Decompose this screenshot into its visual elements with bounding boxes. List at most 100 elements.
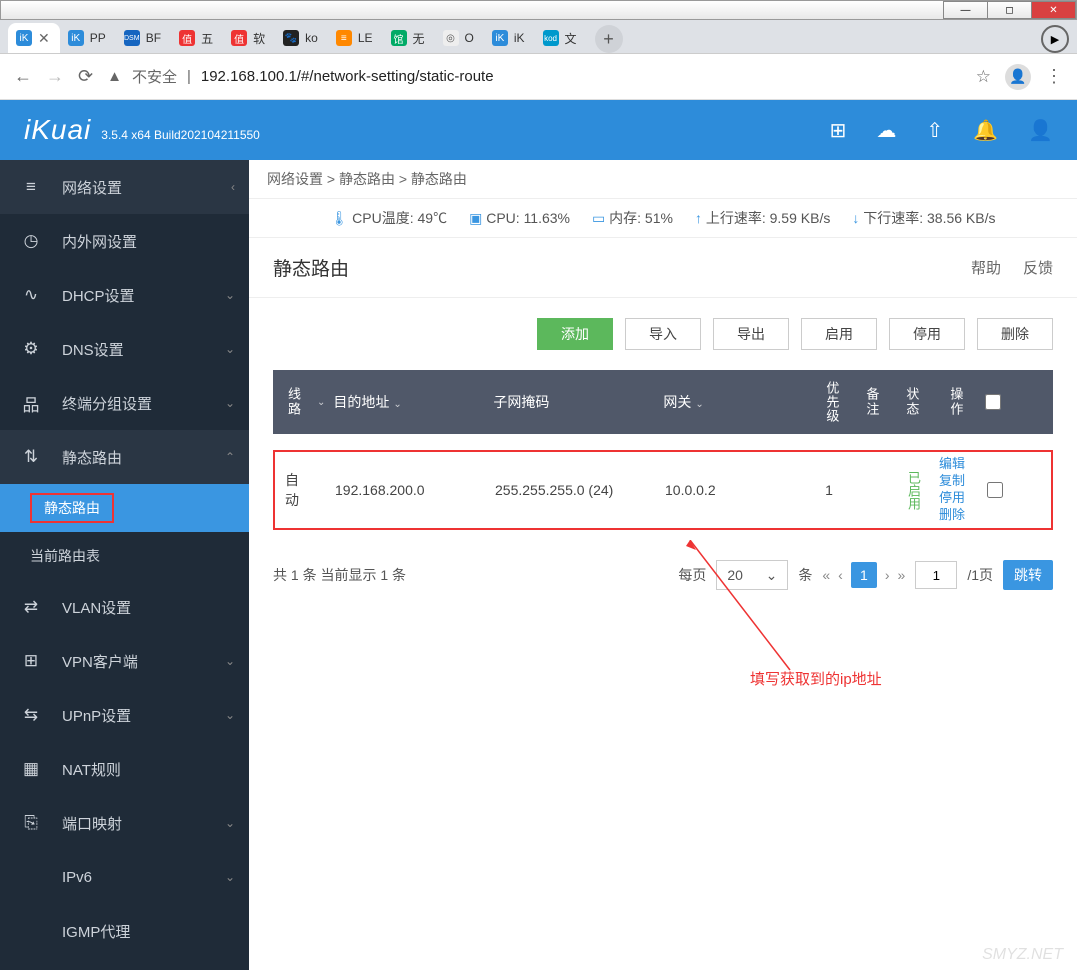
browser-tab[interactable]: 值软: [223, 23, 275, 53]
feedback-link[interactable]: 反馈: [1023, 257, 1053, 278]
reload-button[interactable]: ⟳: [78, 66, 93, 87]
col-destination[interactable]: 目的地址⌄: [325, 392, 485, 412]
bookmark-star-icon[interactable]: ☆: [976, 67, 991, 87]
chevron-down-icon: ⌄: [766, 567, 778, 584]
help-link[interactable]: 帮助: [971, 257, 1001, 278]
last-page-button[interactable]: »: [898, 567, 906, 583]
window-maximize-button[interactable]: ◻: [987, 1, 1032, 19]
sliders-icon: ⇅: [0, 447, 62, 467]
sidebar-section-network[interactable]: ≡ 网络设置 ‹: [0, 160, 249, 214]
add-button[interactable]: 添加: [537, 318, 613, 350]
col-gateway[interactable]: 网关⌄: [655, 392, 805, 412]
col-line[interactable]: 线路: [273, 387, 313, 417]
edit-link[interactable]: 编辑: [939, 456, 967, 473]
upgrade-icon[interactable]: ⇧: [926, 118, 943, 143]
current-page[interactable]: 1: [851, 562, 877, 588]
export-button[interactable]: 导出: [713, 318, 789, 350]
forward-button[interactable]: →: [46, 66, 64, 87]
annotation-text: 填写获取到的ip地址: [750, 668, 882, 689]
sidebar-item-vlan[interactable]: ⇄VLAN设置: [0, 580, 249, 634]
prev-page-button[interactable]: ‹: [838, 567, 843, 583]
browser-toolbar: ← → ⟳ ▲ 不安全 | 192.168.100.1/#/network-se…: [0, 54, 1077, 100]
browser-tab[interactable]: 🐾ko: [275, 23, 328, 53]
favicon-icon: 馆: [391, 30, 407, 46]
sidebar-item-port-mapping[interactable]: ⎘端口映射⌄: [0, 796, 249, 850]
layout-icon: ▦: [0, 759, 62, 779]
sidebar-sub-static-route[interactable]: 静态路由: [0, 484, 249, 532]
browser-menu-icon[interactable]: ⋮: [1045, 66, 1063, 87]
col-priority: 优先级: [805, 381, 849, 423]
browser-tab[interactable]: iKiK: [484, 23, 535, 53]
cloud-icon[interactable]: ☁: [876, 118, 896, 143]
chevron-down-icon: ⌄: [225, 342, 235, 356]
disable-button[interactable]: 停用: [889, 318, 965, 350]
sidebar-item-terminal-group[interactable]: 品终端分组设置⌄: [0, 376, 249, 430]
profile-avatar-icon[interactable]: 👤: [1005, 64, 1031, 90]
browser-tab[interactable]: 值五: [171, 23, 223, 53]
sort-icon: ⌄: [393, 399, 401, 410]
sidebar: ≡ 网络设置 ‹ ◷内外网设置 ∿DHCP设置⌄ ⚙DNS设置⌄ 品终端分组设置…: [0, 160, 249, 970]
favicon-icon: kod: [543, 30, 559, 46]
cell-destination: 192.168.200.0: [327, 482, 487, 498]
col-status: 状态: [889, 387, 929, 417]
page-title: 静态路由: [273, 254, 349, 281]
sidebar-item-static-route[interactable]: ⇅静态路由⌃: [0, 430, 249, 484]
sidebar-item-vpn[interactable]: ⊞VPN客户端⌄: [0, 634, 249, 688]
sidebar-sub-current-route-table[interactable]: 当前路由表: [0, 532, 249, 580]
wave-icon: ∿: [0, 285, 62, 305]
thermometer-icon: 🌡: [331, 210, 349, 226]
breadcrumb: 网络设置 > 静态路由 > 静态路由: [249, 160, 1077, 199]
media-control-icon[interactable]: ▶: [1041, 25, 1069, 53]
sidebar-item-ipv6[interactable]: IPv6⌄: [0, 850, 249, 904]
cell-gateway: 10.0.0.2: [657, 482, 807, 498]
table-header: 线路 ⌄ 目的地址⌄ 子网掩码 网关⌄ 优先级 备注 状态 操作: [273, 370, 1053, 434]
browser-tab[interactable]: kod文: [535, 23, 587, 53]
tab-close-icon[interactable]: ✕: [38, 30, 50, 47]
select-all-checkbox[interactable]: [985, 394, 1001, 410]
browser-tab[interactable]: 馆无: [383, 23, 435, 53]
sidebar-item-dns[interactable]: ⚙DNS设置⌄: [0, 322, 249, 376]
address-bar[interactable]: ▲ 不安全 | 192.168.100.1/#/network-setting/…: [107, 66, 991, 87]
grid-icon: ⊞: [0, 651, 62, 671]
sort-icon[interactable]: ⌄: [317, 397, 325, 408]
browser-tab[interactable]: DSMBF: [116, 23, 171, 53]
app-version: 3.5.4 x64 Build202104211550: [101, 128, 260, 142]
apps-icon[interactable]: ⊞: [830, 118, 847, 143]
main-content: 网络设置 > 静态路由 > 静态路由 🌡 CPU温度: 49℃ ▣ CPU: 1…: [249, 160, 1077, 970]
favicon-icon: iK: [492, 30, 508, 46]
new-tab-button[interactable]: +: [595, 25, 623, 53]
sidebar-item-igmp[interactable]: IGMP代理: [0, 904, 249, 958]
browser-tab-active[interactable]: iK ✕: [8, 23, 60, 53]
app-logo: iKuai: [24, 114, 91, 146]
browser-tab[interactable]: iKPP: [60, 23, 116, 53]
user-icon[interactable]: 👤: [1028, 118, 1053, 143]
page-number-input[interactable]: [915, 561, 957, 589]
window-close-button[interactable]: ✕: [1031, 1, 1076, 19]
delete-button[interactable]: 删除: [977, 318, 1053, 350]
cell-line: 自动: [275, 470, 315, 510]
cell-subnet-mask: 255.255.255.0 (24): [487, 482, 657, 498]
window-titlebar: — ◻ ✕: [0, 0, 1077, 20]
page-size-select[interactable]: 20 ⌄: [716, 560, 788, 590]
disable-link[interactable]: 停用: [939, 490, 967, 507]
page-go-button[interactable]: 跳转: [1003, 560, 1053, 590]
browser-tab[interactable]: ≡LE: [328, 23, 383, 53]
browser-tab[interactable]: ◎O: [435, 23, 484, 53]
favicon-icon: iK: [68, 30, 84, 46]
sidebar-item-upnp[interactable]: ⇆UPnP设置⌄: [0, 688, 249, 742]
delete-link[interactable]: 删除: [939, 507, 967, 524]
copy-link[interactable]: 复制: [939, 473, 967, 490]
sidebar-item-nat[interactable]: ▦NAT规则: [0, 742, 249, 796]
sidebar-item-wan-lan[interactable]: ◷内外网设置: [0, 214, 249, 268]
back-button[interactable]: ←: [14, 66, 32, 87]
insecure-label: 不安全: [132, 66, 177, 87]
first-page-button[interactable]: «: [822, 567, 830, 583]
import-button[interactable]: 导入: [625, 318, 701, 350]
favicon-icon: ≡: [336, 30, 352, 46]
window-minimize-button[interactable]: —: [943, 1, 988, 19]
sidebar-item-dhcp[interactable]: ∿DHCP设置⌄: [0, 268, 249, 322]
next-page-button[interactable]: ›: [885, 567, 890, 583]
enable-button[interactable]: 启用: [801, 318, 877, 350]
bell-icon[interactable]: 🔔: [973, 118, 998, 143]
row-checkbox[interactable]: [987, 482, 1003, 498]
